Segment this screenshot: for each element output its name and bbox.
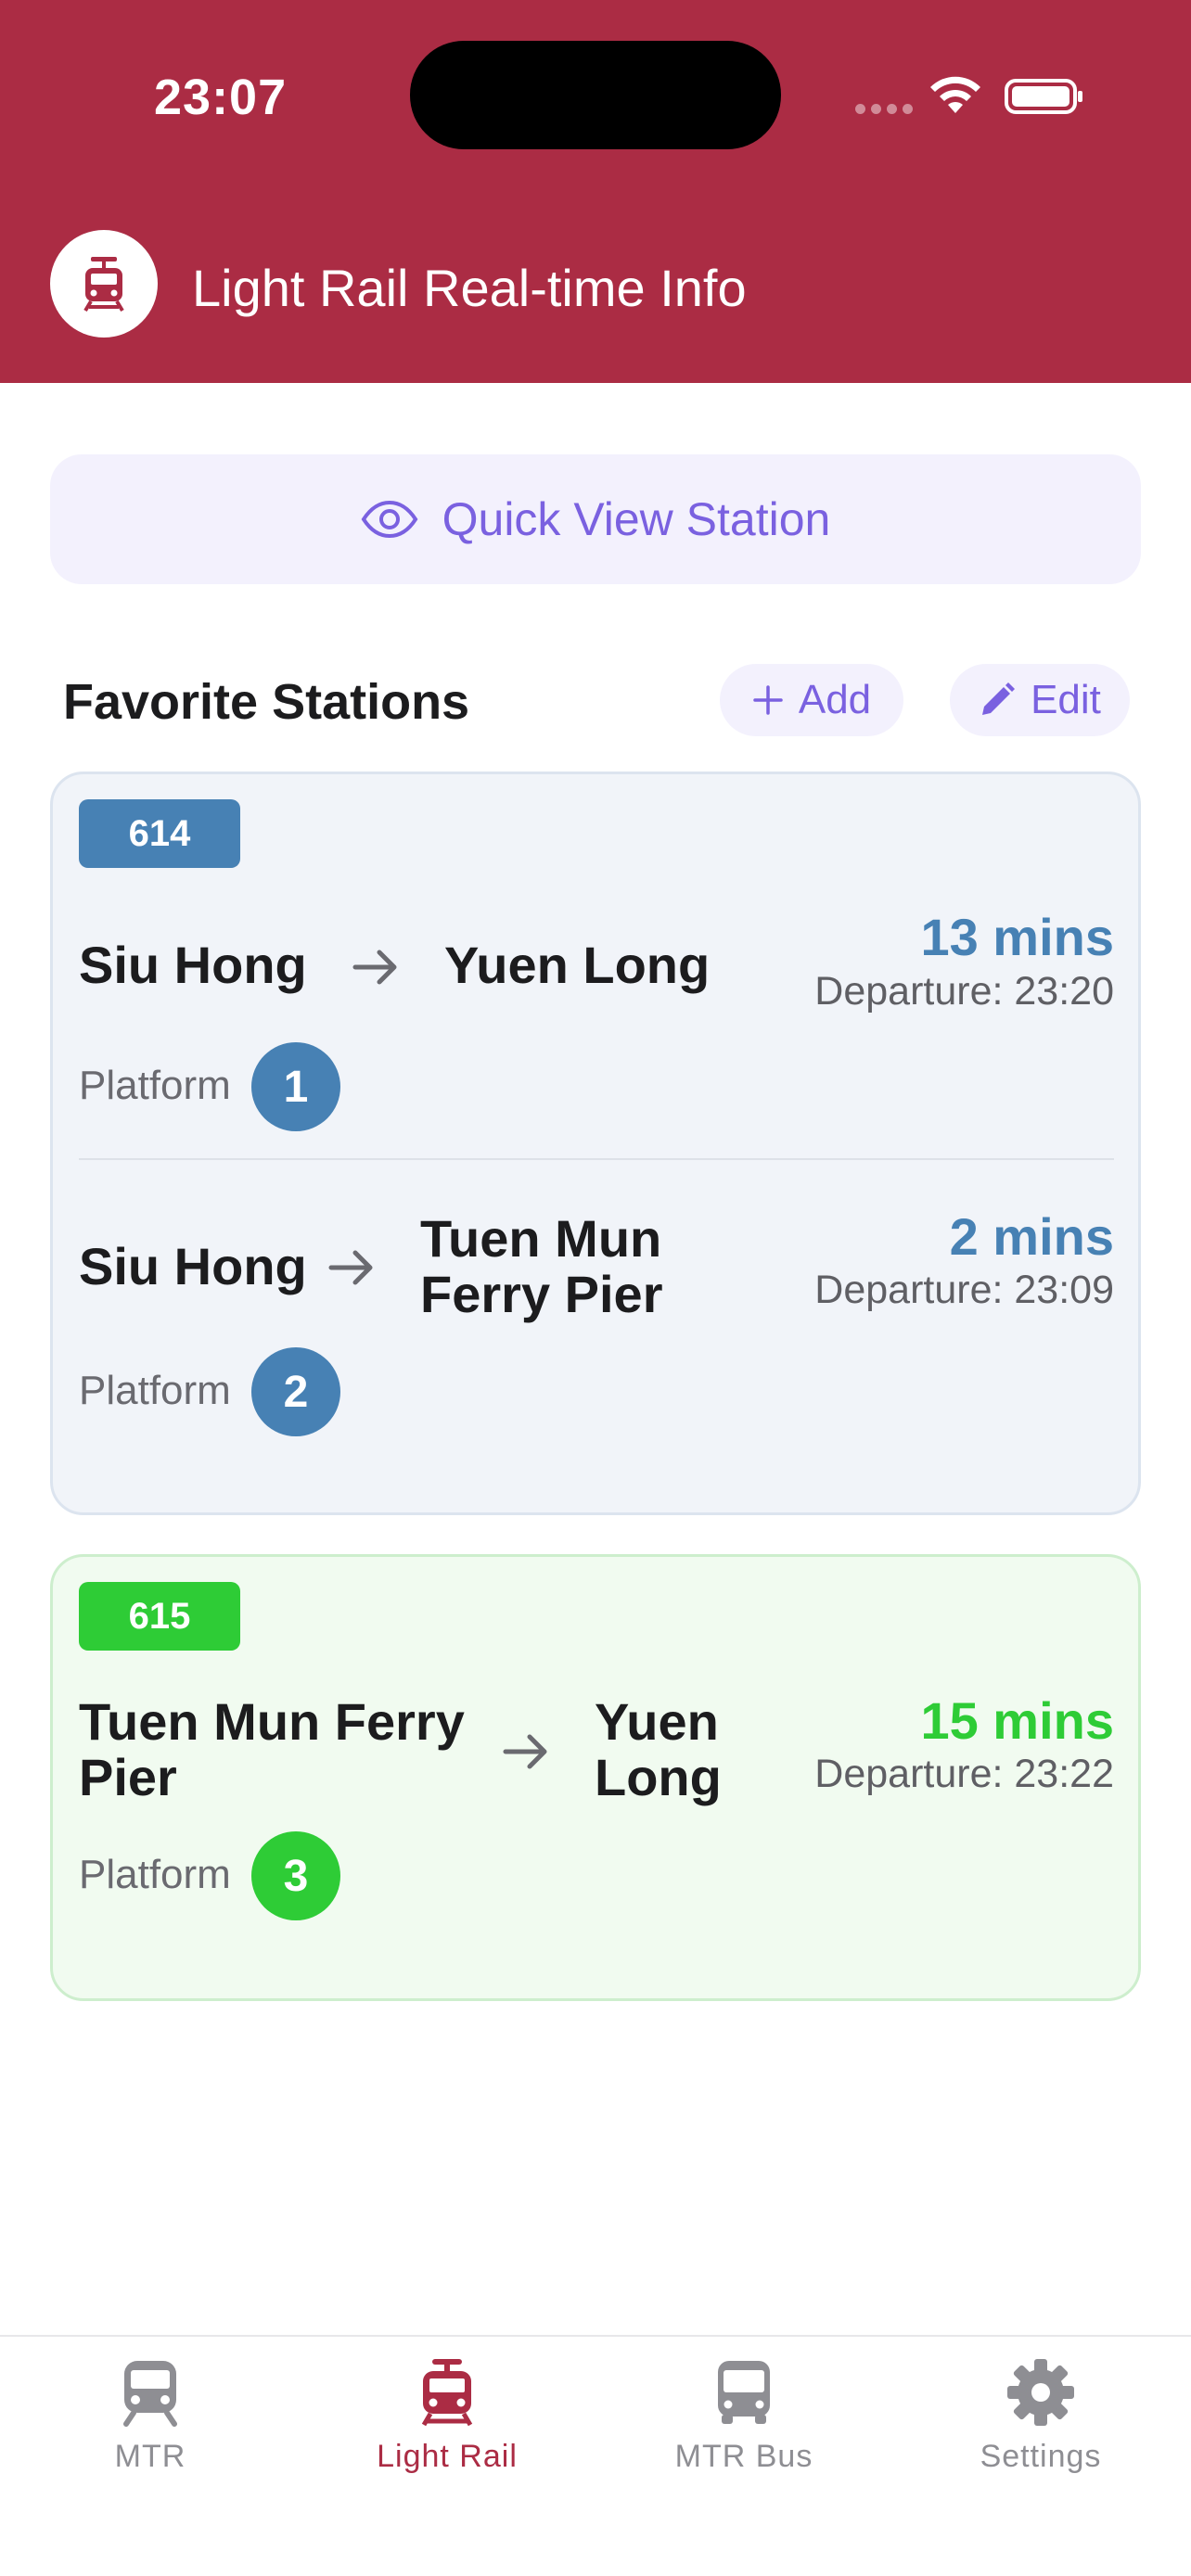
from-station: Siu Hong [79,936,307,994]
gear-icon [1007,2359,1074,2426]
bus-icon [718,2361,770,2424]
arrow-right-icon [352,950,397,985]
arrow-right-icon [328,1250,373,1285]
divider [79,1158,1114,1160]
to-station: Yuen Long [444,936,711,994]
tab-label: MTR Bus [674,2439,813,2474]
plus-icon [753,685,783,715]
departure-time: Departure: 23:22 [814,1752,1114,1796]
tab-settings[interactable]: Settings [892,2357,1189,2475]
edit-label: Edit [1031,677,1101,722]
platform-number: 3 [251,1831,340,1920]
minutes-remaining: 13 mins [920,908,1114,966]
platform-label: Platform [79,1852,231,1897]
route-card-614[interactable]: 614 Siu Hong Yuen Long 13 mins Departure… [50,772,1141,1515]
from-station: Tuen Mun Ferry Pier [79,1692,465,1806]
wifi-icon [930,76,980,113]
pencil-icon [982,682,1016,715]
minutes-remaining: 2 mins [949,1207,1114,1266]
from-station: Siu Hong [79,1237,307,1295]
tram-icon [421,2359,473,2427]
platform-label: Platform [79,1368,231,1413]
status-time: 23:07 [154,70,288,125]
tab-mtr[interactable]: MTR [2,2357,299,2475]
platform-number: 1 [251,1042,340,1131]
departure-time: Departure: 23:20 [814,969,1114,1014]
battery-icon [1005,79,1082,114]
tram-icon [83,257,124,312]
route-card-615[interactable]: 615 Tuen Mun Ferry Pier Yuen Long 15 min… [50,1554,1141,2001]
dynamic-island [410,41,781,149]
platform-label: Platform [79,1063,231,1108]
favorites-title: Favorite Stations [63,674,470,730]
app-header: 23:07 Light Rail Real-time Info [0,0,1191,383]
tab-mtr-bus[interactable]: MTR Bus [596,2357,892,2475]
page-title: Light Rail Real-time Info [192,259,747,317]
app-logo [50,230,158,338]
edit-button[interactable]: Edit [950,664,1130,736]
arrow-right-icon [503,1734,547,1769]
tab-label: Light Rail [377,2439,518,2474]
platform-number: 2 [251,1347,340,1436]
quick-view-station-button[interactable]: Quick View Station [50,454,1141,584]
tab-label: MTR [114,2439,186,2474]
to-station: Yuen Long [595,1692,722,1806]
departure-time: Departure: 23:09 [814,1268,1114,1312]
tab-light-rail[interactable]: Light Rail [299,2357,596,2475]
minutes-remaining: 15 mins [920,1691,1114,1750]
eye-icon [361,501,418,538]
to-station: Tuen Mun Ferry Pier [420,1209,663,1323]
add-button[interactable]: Add [720,664,903,736]
tab-label: Settings [980,2439,1102,2474]
quick-view-label: Quick View Station [442,493,831,545]
train-icon [123,2361,177,2427]
signal-icon [855,104,913,114]
tab-bar: MTR Light Rail MTR Bus Settings [0,2335,1191,2576]
route-badge: 615 [79,1582,240,1651]
route-badge: 614 [79,799,240,868]
add-label: Add [798,677,872,722]
